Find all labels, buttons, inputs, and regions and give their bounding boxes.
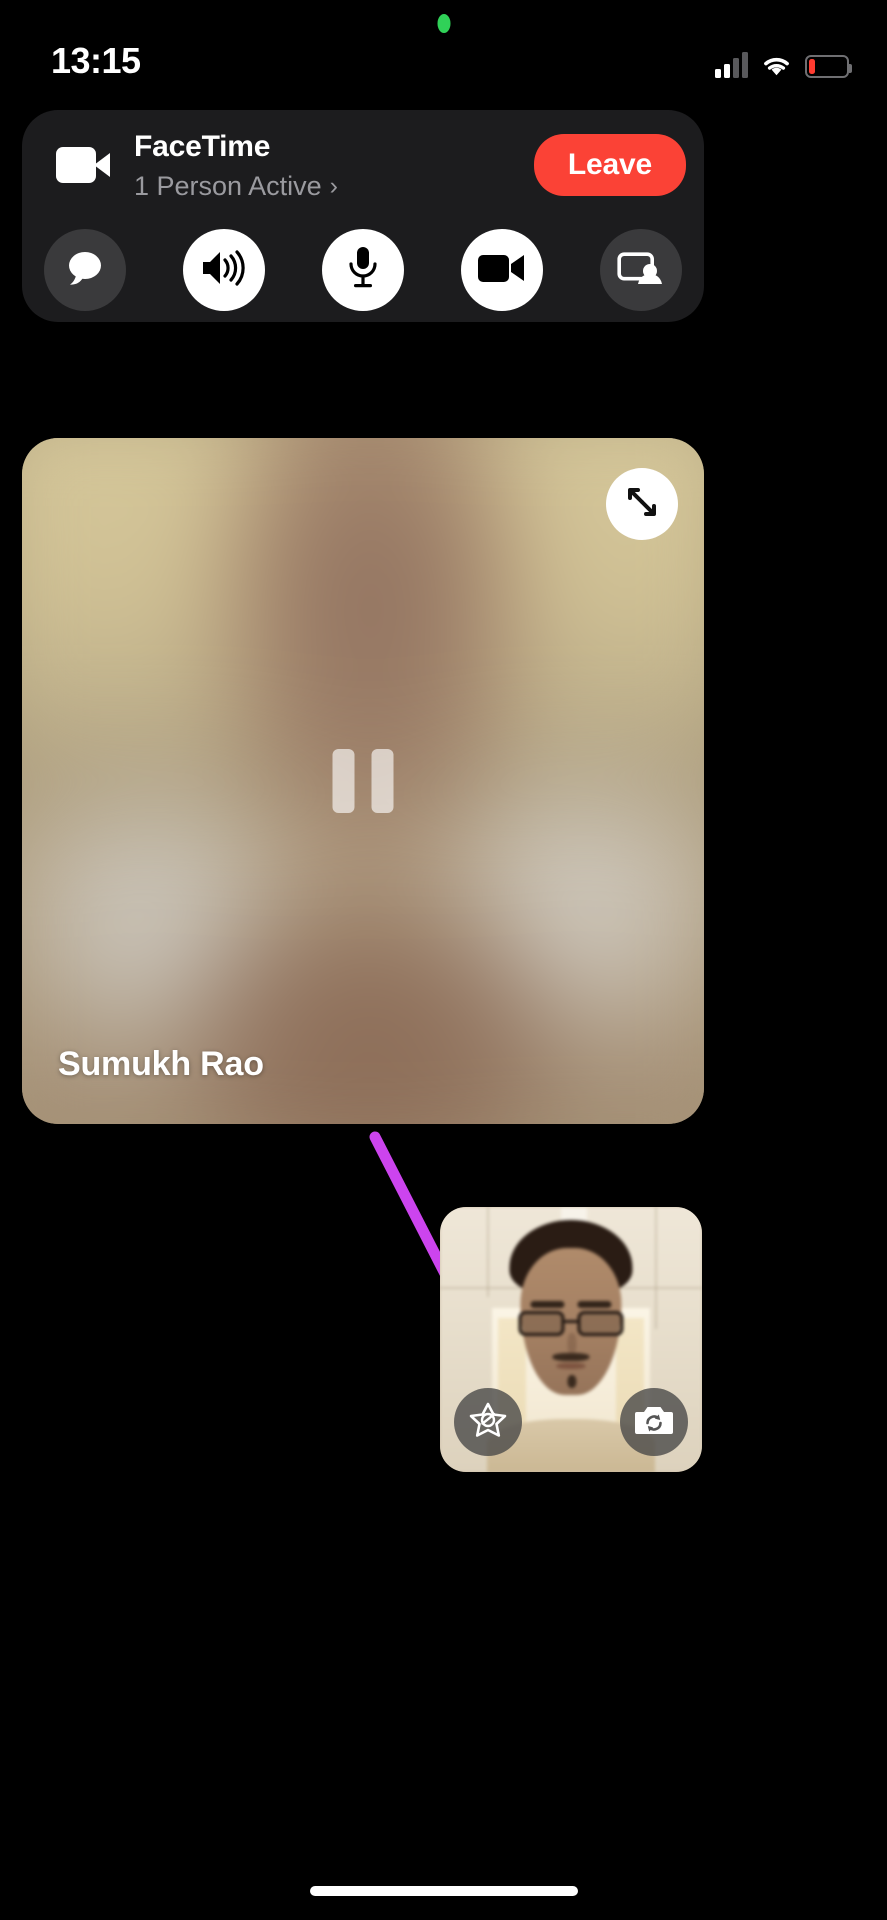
- self-view-pip[interactable]: [440, 1207, 702, 1472]
- home-indicator[interactable]: [309, 1886, 578, 1896]
- facetime-video-icon: [56, 143, 112, 187]
- expand-arrows-icon: [622, 482, 662, 527]
- status-bar-indicators: [715, 44, 852, 78]
- video-camera-icon: [477, 251, 527, 290]
- effects-button[interactable]: [454, 1388, 522, 1456]
- wifi-icon: [761, 53, 792, 78]
- effects-star-icon: [469, 1401, 507, 1444]
- facetime-banner[interactable]: FaceTime 1 Person Active › Leave: [22, 110, 704, 322]
- participant-name-label: Sumukh Rao: [58, 1045, 264, 1083]
- shareplay-button[interactable]: [600, 229, 682, 311]
- facetime-call-screen: 13:15 FaceTime 1 Person Active › Leave S…: [0, 0, 887, 1920]
- leave-button[interactable]: Leave: [533, 134, 686, 196]
- banner-title: FaceTime: [134, 129, 271, 163]
- flip-camera-button[interactable]: [620, 1388, 688, 1456]
- chevron-right-icon: ›: [329, 171, 338, 200]
- screen-share-person-icon: [617, 248, 665, 293]
- camera-button[interactable]: [461, 229, 543, 311]
- speaker-wave-icon: [199, 247, 249, 294]
- call-controls-row: [22, 220, 704, 320]
- camera-flip-icon: [634, 1403, 674, 1442]
- banner-subtitle-row[interactable]: 1 Person Active ›: [134, 169, 534, 203]
- banner-text-block[interactable]: FaceTime 1 Person Active ›: [134, 128, 534, 203]
- messages-button[interactable]: [44, 229, 126, 311]
- status-bar: 13:15: [0, 38, 887, 84]
- banner-header[interactable]: FaceTime 1 Person Active › Leave: [22, 110, 704, 220]
- remote-participant-video-tile[interactable]: Sumukh Rao: [22, 438, 704, 1124]
- signal-bars-icon: [715, 52, 748, 78]
- microphone-icon: [345, 245, 381, 296]
- camera-in-use-indicator-icon: [437, 14, 450, 33]
- speaker-button[interactable]: [183, 229, 265, 311]
- expand-button[interactable]: [606, 468, 678, 540]
- speech-bubble-icon: [64, 248, 106, 293]
- microphone-button[interactable]: [322, 229, 404, 311]
- pause-icon: [332, 749, 394, 813]
- battery-low-icon: [805, 55, 852, 78]
- banner-subtitle: 1 Person Active: [134, 170, 322, 201]
- status-bar-clock: 13:15: [51, 40, 141, 81]
